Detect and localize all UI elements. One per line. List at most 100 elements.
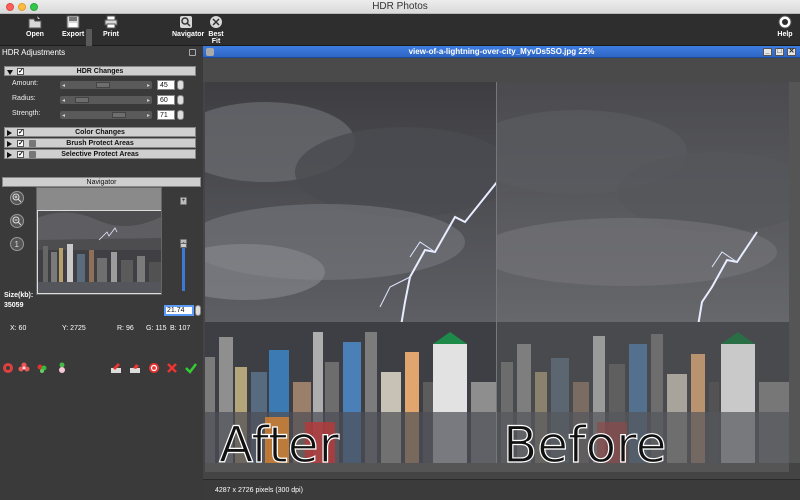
export-disk-icon bbox=[66, 15, 80, 29]
horizontal-scrollbar[interactable] bbox=[205, 463, 789, 472]
image-dimensions: 4287 x 2726 pixels (300 dpi) bbox=[215, 487, 303, 494]
disclosure-expanded-icon[interactable] bbox=[7, 70, 13, 75]
pixel-info: X: 60 Y: 2725 R: 96 G: 115 B: 107 bbox=[10, 325, 200, 335]
cancel-x-icon[interactable] bbox=[166, 362, 178, 374]
zoom-slider[interactable]: + - bbox=[180, 197, 187, 301]
document-title: view-of-a-lightning-over-city_MyvDs5SO.j… bbox=[408, 47, 595, 56]
best-fit-button[interactable]: Best Fit bbox=[205, 15, 227, 45]
export-button[interactable]: Export bbox=[62, 15, 84, 45]
selective-protect-label: Selective Protect Areas bbox=[61, 151, 139, 158]
eraser-tool-icon[interactable] bbox=[129, 362, 141, 374]
slider-left-arrow-icon[interactable]: ◂ bbox=[62, 112, 65, 119]
hdr-changes-label: HDR Changes bbox=[76, 68, 124, 75]
canvas-top-margin bbox=[203, 58, 800, 82]
strength-value-field[interactable]: 71 bbox=[157, 110, 175, 120]
amount-label: Amount: bbox=[12, 80, 39, 87]
zoom-stepper[interactable] bbox=[195, 305, 201, 316]
slider-right-arrow-icon[interactable]: ▸ bbox=[147, 97, 150, 104]
navigator-thumbnail[interactable] bbox=[36, 187, 162, 295]
navigator-button[interactable]: Navigator bbox=[172, 15, 204, 45]
help-label: Help bbox=[777, 31, 793, 38]
green-flower-icon[interactable] bbox=[36, 362, 48, 374]
brush-protect-checkbox[interactable]: ✓ bbox=[17, 140, 24, 147]
strength-label: Strength: bbox=[12, 110, 41, 117]
doc-close-button[interactable]: ✕ bbox=[787, 48, 796, 56]
action-bar bbox=[0, 362, 203, 378]
zoom-increase-button[interactable]: + bbox=[180, 197, 187, 205]
disclosure-collapsed-icon[interactable] bbox=[7, 152, 12, 158]
document-titlebar: view-of-a-lightning-over-city_MyvDs5SO.j… bbox=[203, 46, 800, 58]
strength-slider[interactable]: ◂ ▸ bbox=[60, 111, 152, 119]
compare-divider[interactable] bbox=[496, 82, 497, 463]
before-caption: Before bbox=[502, 416, 667, 463]
hdr-adjustments-header: HDR Adjustments bbox=[0, 48, 203, 60]
window-titlebar: HDR Photos bbox=[0, 0, 800, 14]
navigator-zoom-in-icon[interactable] bbox=[10, 191, 24, 205]
amount-value-field[interactable]: 45 bbox=[157, 80, 175, 90]
vertical-scrollbar[interactable] bbox=[789, 82, 800, 463]
size-value: 35059 bbox=[4, 302, 24, 309]
zoom-slider-thumb[interactable] bbox=[180, 243, 187, 248]
radius-label: Radius: bbox=[12, 95, 36, 102]
document-app-icon bbox=[206, 48, 214, 56]
print-button[interactable]: Print bbox=[101, 15, 121, 45]
doc-minimize-button[interactable]: _ bbox=[763, 48, 772, 56]
help-button[interactable]: Help bbox=[776, 15, 794, 45]
amount-slider[interactable]: ◂ ▸ bbox=[60, 81, 152, 89]
color-changes-checkbox[interactable]: ✓ bbox=[17, 129, 24, 136]
apply-check-icon[interactable] bbox=[185, 362, 197, 374]
open-button[interactable]: Open bbox=[26, 15, 44, 45]
slider-right-arrow-icon[interactable]: ▸ bbox=[147, 82, 150, 89]
red-gear-icon[interactable] bbox=[2, 362, 14, 374]
amount-slider-thumb[interactable] bbox=[95, 82, 110, 88]
selective-protect-group[interactable]: ✓ Selective Protect Areas bbox=[4, 149, 196, 159]
panel-detach-icon[interactable] bbox=[189, 49, 196, 56]
left-panel: HDR Adjustments ✓ HDR Changes Amount: ◂ … bbox=[0, 46, 203, 500]
strength-slider-thumb[interactable] bbox=[112, 112, 127, 118]
red-flower-icon[interactable] bbox=[18, 362, 30, 374]
main-toolbar: Open Export Print Navigator Best Fit Hel… bbox=[0, 14, 800, 55]
brush-protect-group[interactable]: ✓ Brush Protect Areas bbox=[4, 138, 196, 148]
svg-text:1: 1 bbox=[15, 240, 20, 249]
zoom-percent-field[interactable]: 21.74 bbox=[164, 305, 194, 316]
radius-slider[interactable]: ◂ ▸ bbox=[60, 96, 152, 104]
color-changes-group[interactable]: ✓ Color Changes bbox=[4, 127, 196, 137]
print-label: Print bbox=[103, 31, 119, 38]
navigator-actual-size-icon[interactable]: 1 bbox=[10, 237, 24, 251]
pixel-g: G: 115 bbox=[146, 325, 167, 332]
navigator-zoom-out-icon[interactable] bbox=[10, 214, 24, 228]
disclosure-collapsed-icon[interactable] bbox=[7, 130, 12, 136]
document-window: view-of-a-lightning-over-city_MyvDs5SO.j… bbox=[203, 46, 800, 500]
best-fit-label: Best Fit bbox=[208, 31, 224, 45]
amount-slider-row: Amount: ◂ ▸ 45 bbox=[0, 78, 203, 92]
best-fit-icon bbox=[209, 15, 223, 29]
slider-right-arrow-icon[interactable]: ▸ bbox=[147, 112, 150, 119]
radius-stepper[interactable] bbox=[177, 95, 184, 105]
hdr-changes-checkbox[interactable]: ✓ bbox=[17, 68, 24, 75]
navigator-view-frame[interactable] bbox=[37, 210, 161, 294]
image-canvas[interactable]: After Before bbox=[205, 82, 789, 463]
doc-maximize-button[interactable]: □ bbox=[775, 48, 784, 56]
amount-stepper[interactable] bbox=[177, 80, 184, 90]
color-changes-label: Color Changes bbox=[75, 129, 125, 136]
slider-left-arrow-icon[interactable]: ◂ bbox=[62, 82, 65, 89]
status-bar: 4287 x 2726 pixels (300 dpi) bbox=[203, 479, 800, 500]
radius-value-field[interactable]: 60 bbox=[157, 95, 175, 105]
disclosure-collapsed-icon[interactable] bbox=[7, 141, 12, 147]
radius-slider-row: Radius: ◂ ▸ 60 bbox=[0, 93, 203, 107]
strength-stepper[interactable] bbox=[177, 110, 184, 120]
clear-mask-icon[interactable] bbox=[148, 362, 160, 374]
navigator-label: Navigator bbox=[172, 31, 205, 38]
radius-slider-thumb[interactable] bbox=[75, 97, 90, 103]
before-image bbox=[497, 82, 789, 463]
slider-left-arrow-icon[interactable]: ◂ bbox=[62, 97, 65, 104]
pixel-r: R: 96 bbox=[117, 325, 134, 332]
navigator-header: Navigator bbox=[2, 177, 201, 187]
hdr-changes-group[interactable]: ✓ HDR Changes bbox=[4, 66, 196, 76]
lock-icon bbox=[29, 151, 36, 158]
brush-tool-icon[interactable] bbox=[110, 362, 122, 374]
help-lifebuoy-icon bbox=[778, 15, 792, 29]
brush-protect-label: Brush Protect Areas bbox=[66, 140, 134, 147]
pink-flower-icon[interactable] bbox=[56, 362, 68, 374]
selective-protect-checkbox[interactable]: ✓ bbox=[17, 151, 24, 158]
